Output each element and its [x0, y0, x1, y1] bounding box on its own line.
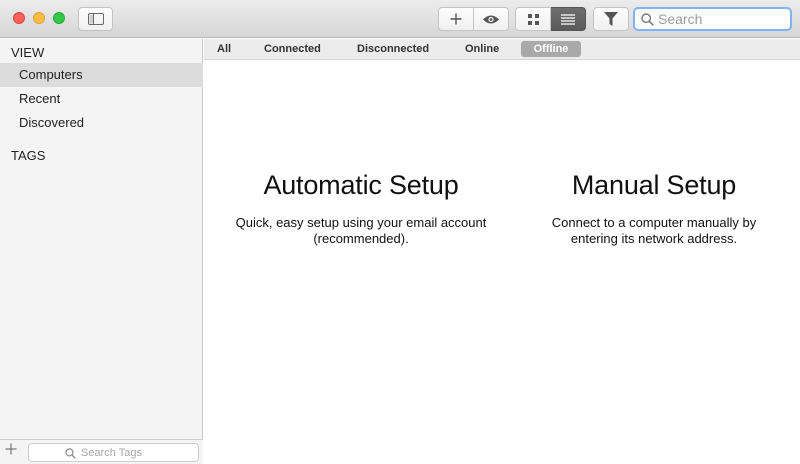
- filter-bar: All Connected Disconnected Online Offlin…: [204, 39, 800, 60]
- eye-icon: [483, 15, 499, 23]
- filter-offline[interactable]: Offline: [521, 41, 581, 57]
- filter-online[interactable]: Online: [458, 41, 506, 57]
- zoom-window-button[interactable]: [53, 12, 65, 24]
- manual-setup-description-line2: entering its network address.: [570, 231, 738, 246]
- filter-all[interactable]: All: [210, 41, 238, 57]
- close-window-button[interactable]: [13, 12, 25, 24]
- sidebar-icon: [87, 13, 104, 25]
- automatic-setup-title: Automatic Setup: [263, 170, 459, 200]
- search-input[interactable]: [658, 11, 778, 27]
- sidebar: VIEW Computers Recent Discovered TAGS: [0, 39, 203, 464]
- grid-view-button[interactable]: [515, 7, 551, 31]
- sidebar-item-discovered[interactable]: Discovered: [0, 111, 203, 135]
- search-icon: [65, 448, 76, 459]
- automatic-setup-description: Quick, easy setup using your email accou…: [220, 215, 502, 247]
- add-tag-button[interactable]: [5, 443, 17, 459]
- plus-icon: [5, 443, 17, 455]
- funnel-icon: [604, 12, 618, 26]
- manual-setup-description-line1: Connect to a computer manually by: [551, 215, 757, 230]
- manual-setup-option[interactable]: Manual Setup Connect to a computer manua…: [534, 170, 774, 247]
- sidebar-item-computers[interactable]: Computers: [0, 63, 203, 87]
- main-content: Automatic Setup Quick, easy setup using …: [204, 60, 800, 464]
- sidebar-footer: [0, 439, 203, 464]
- tag-search-input[interactable]: [81, 446, 201, 459]
- automatic-setup-option[interactable]: Automatic Setup Quick, easy setup using …: [220, 170, 502, 247]
- view-section-heading: VIEW: [11, 45, 45, 60]
- view-screen-button[interactable]: [474, 7, 509, 31]
- filter-button[interactable]: [593, 7, 629, 31]
- search-field[interactable]: [633, 7, 792, 31]
- add-computer-button[interactable]: [438, 7, 474, 31]
- manual-setup-description: Connect to a computer manually by enteri…: [534, 215, 774, 247]
- filter-disconnected[interactable]: Disconnected: [350, 41, 436, 57]
- sidebar-item-recent[interactable]: Recent: [0, 87, 203, 111]
- list-view-icon: [561, 13, 575, 25]
- search-icon: [641, 12, 654, 26]
- grid-view-icon: [527, 13, 539, 25]
- automatic-setup-description-line1: Quick, easy setup using your email accou…: [235, 215, 487, 230]
- plus-icon: [450, 13, 462, 25]
- toggle-sidebar-button[interactable]: [78, 7, 113, 31]
- filter-connected[interactable]: Connected: [257, 41, 328, 57]
- minimize-window-button[interactable]: [33, 12, 45, 24]
- tag-search-field[interactable]: [28, 443, 201, 462]
- title-bar: [0, 0, 800, 38]
- tags-section-heading: TAGS: [11, 148, 46, 163]
- manual-setup-title: Manual Setup: [571, 170, 737, 200]
- list-view-button[interactable]: [551, 7, 586, 31]
- automatic-setup-description-line2: (recommended).: [313, 231, 409, 246]
